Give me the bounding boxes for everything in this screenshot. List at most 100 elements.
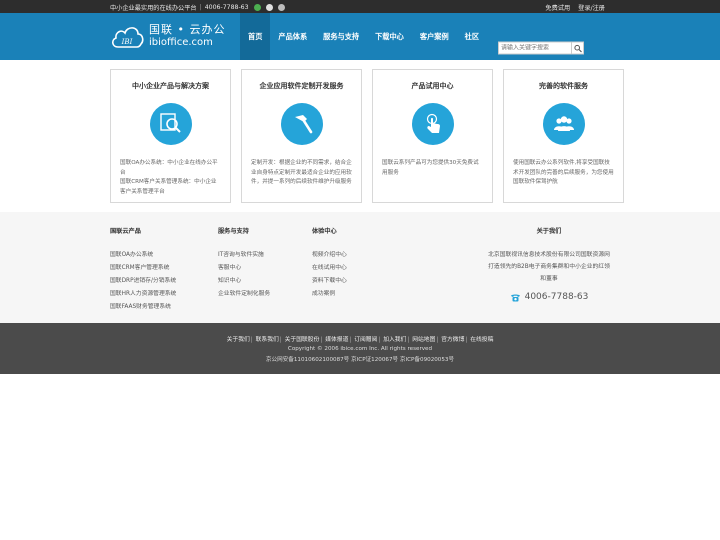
footer-col-title: 关于我们 (536, 228, 562, 235)
search-icon (159, 113, 181, 133)
footer-col-service: 服务与支持 IT咨询与软件实施 客服中心 知识中心 企业软件定制化服务 (218, 226, 270, 301)
main-nav: 首页 产品体系 服务与支持 下载中心 客户案例 社区 (240, 13, 487, 60)
logo-text: 国联 • 云办公 ibioffice.com (149, 23, 226, 48)
nav-community[interactable]: 社区 (457, 13, 487, 60)
footer-link[interactable]: 在线试用中心 (312, 262, 347, 275)
card-line: 使用国联云办公系列软件,将享受国联技术开发团队的完善的后续服务，为您使用国联软件… (513, 160, 614, 185)
footer-link[interactable]: 国联DRP进销存/分销系统 (110, 275, 176, 288)
bottom-link[interactable]: 关于我们 (227, 337, 250, 343)
login-link[interactable]: 登录/注册 (578, 3, 605, 12)
bottom-link[interactable]: 关于国联股份 (285, 337, 320, 343)
card-trial[interactable]: 产品试用中心 国联云系列产品可为您提供30天免费试用服务 (372, 69, 493, 203)
nav-products[interactable]: 产品体系 (270, 13, 315, 60)
footer-phone: 4006-7788-63 (486, 292, 612, 302)
nav-download[interactable]: 下载中心 (367, 13, 412, 60)
bottom-link[interactable]: 媒体报道 (325, 337, 348, 343)
search-button[interactable] (572, 41, 584, 55)
card-line: 定制开发：根据企业的不同需求，结合企业自身特点定制开发最适合企业的应用软件，并提… (251, 160, 352, 185)
logo[interactable]: IBI 国联 • 云办公 ibioffice.com (110, 23, 225, 49)
card-icon-wrap (542, 103, 585, 145)
search-input[interactable] (498, 41, 572, 55)
search-icon (573, 44, 582, 52)
nav-service[interactable]: 服务与支持 (315, 13, 367, 60)
card-desc: 定制开发：根据企业的不同需求，结合企业自身特点定制开发最适合企业的应用软件，并提… (251, 159, 353, 188)
nav-home[interactable]: 首页 (240, 13, 271, 60)
footer-links: 国联云产品 国联OA办公系统 国联CRM客户管理系统 国联DRP进销存/分销系统… (0, 212, 720, 323)
cloud-logo-icon: IBI (112, 27, 144, 48)
icp-info: 京公网安备110106021000​87号 京ICP证120067号 京ICP备… (265, 357, 455, 363)
footer-link[interactable]: 资料下载中心 (312, 275, 347, 288)
bottom-link[interactable]: 网站地图 (412, 337, 435, 343)
footer-link[interactable]: 知识中心 (218, 275, 270, 288)
users-icon (553, 116, 574, 131)
card-desc: 国联云系列产品可为您提供30天免费试用服务 (382, 159, 484, 178)
about-desc: 北京国联视讯信息技术股份有限公司国联资源网打造领先的B2B电子商务集群和中小企业… (488, 252, 610, 282)
divider: | (378, 337, 381, 343)
card-icon-wrap (411, 103, 454, 145)
weibo-icon[interactable] (265, 4, 273, 11)
top-bar-left: 中小企业最实用的在线办公平台 | 4006-7788-63 (110, 3, 285, 12)
card-line: 国联CRM客户关系管理系统：中小企业客户关系管理平台 (120, 179, 217, 195)
card-title: 完善的软件服务 (539, 82, 588, 90)
footer-col-title: 服务与支持 (218, 228, 249, 235)
footer-col-title: 国联云产品 (110, 228, 141, 235)
bottom-link[interactable]: 官方微博 (441, 337, 464, 343)
top-bar-right: 免费试用 登录/注册 (545, 3, 605, 12)
top-phone: 4006-7788-63 (204, 4, 249, 11)
card-desc: 国联OA办公系统：中小企业在线办公平台 国联CRM客户关系管理系统：中小企业客户… (120, 159, 222, 197)
bottom-link[interactable]: 联系我们 (256, 337, 279, 343)
footer-col-experience: 体验中心 视频介绍中心 在线试用中心 资料下载中心 成功案例 (312, 226, 347, 301)
footer-link[interactable]: 客服中心 (218, 262, 270, 275)
logo-cn: 国联 • 云办公 (149, 23, 226, 37)
card-title: 企业应用软件定制开发服务 (259, 82, 344, 90)
card-title: 中小企业产品与解决方案 (132, 82, 209, 90)
card-title: 产品试用中心 (411, 82, 454, 90)
card-line: 国联云系列产品可为您提供30天免费试用服务 (382, 160, 479, 176)
logo-mark: IBI (121, 38, 133, 46)
header: IBI 国联 • 云办公 ibioffice.com 首页 产品体系 服务与支持… (0, 13, 720, 60)
footer-link[interactable]: 国联HR人力资源管理系统 (110, 288, 176, 301)
wechat-icon[interactable] (253, 4, 261, 11)
footer-link[interactable]: 国联CRM客户管理系统 (110, 262, 176, 275)
divider: | (250, 337, 253, 343)
card-desc: 使用国联云办公系列软件,将享受国联技术开发团队的完善的后续服务，为您使用国联软件… (513, 159, 615, 188)
search-box (498, 41, 584, 55)
card-icon-wrap (280, 103, 323, 145)
phone-icon (510, 294, 520, 301)
footer-col-products: 国联云产品 国联OA办公系统 国联CRM客户管理系统 国联DRP进销存/分销系统… (110, 226, 176, 314)
copyright: Copyright © 2006 ibice.com Inc. All righ… (287, 346, 433, 352)
footer-link[interactable]: IT咨询与软件实施 (218, 249, 270, 262)
footer-col-title: 体验中心 (312, 228, 337, 235)
footer-link[interactable]: 企业软件定制化服务 (218, 288, 270, 301)
bottom-links: 关于我们| 联系我们| 关于国联股份| 媒体报道| 订阅赠阅| 加入我们| 网站… (0, 334, 720, 343)
bottom-link[interactable]: 在线投稿 (470, 337, 493, 343)
nav-cases[interactable]: 客户案例 (412, 13, 457, 60)
hammer-icon (294, 115, 312, 134)
footer-link[interactable]: 国联OA办公系统 (110, 249, 176, 262)
footer-link[interactable]: 国联FAAS财务管理系统 (110, 301, 176, 314)
card-solutions[interactable]: 中小企业产品与解决方案 国联OA办公系统：中小企业在线办公平台 国联CRM客户关… (110, 69, 231, 203)
card-service[interactable]: 完善的软件服务 使用国联云办公系列软件,将享受国联技术开发团队的完善的后续服务，… (503, 69, 624, 203)
divider: | (320, 337, 323, 343)
bottom-link[interactable]: 订阅赠阅 (354, 337, 377, 343)
free-trial-link[interactable]: 免费试用 (545, 3, 570, 12)
footer-phone-number: 4006-7788-63 (524, 292, 589, 302)
card-icon-wrap (149, 103, 192, 145)
divider: | (349, 337, 352, 343)
touch-icon (426, 113, 440, 133)
app-icon[interactable] (277, 4, 285, 11)
bottom-link[interactable]: 加入我们 (383, 337, 406, 343)
card-custom-dev[interactable]: 企业应用软件定制开发服务 定制开发：根据企业的不同需求，结合企业自身特点定制开发… (241, 69, 362, 203)
footer-link[interactable]: 视频介绍中心 (312, 249, 347, 262)
divider: | (465, 337, 468, 343)
logo-en: ibioffice.com (149, 36, 213, 48)
divider: | (199, 4, 202, 11)
divider: | (279, 337, 282, 343)
bottom-bar: 关于我们| 联系我们| 关于国联股份| 媒体报道| 订阅赠阅| 加入我们| 网站… (0, 323, 720, 374)
top-bar: 中小企业最实用的在线办公平台 | 4006-7788-63 免费试用 登录/注册 (0, 0, 720, 13)
divider: | (407, 337, 410, 343)
divider: | (436, 337, 439, 343)
card-line: 国联OA办公系统：中小企业在线办公平台 (120, 160, 218, 176)
footer-link[interactable]: 成功案例 (312, 288, 347, 301)
feature-cards: 中小企业产品与解决方案 国联OA办公系统：中小企业在线办公平台 国联CRM客户关… (110, 69, 624, 203)
